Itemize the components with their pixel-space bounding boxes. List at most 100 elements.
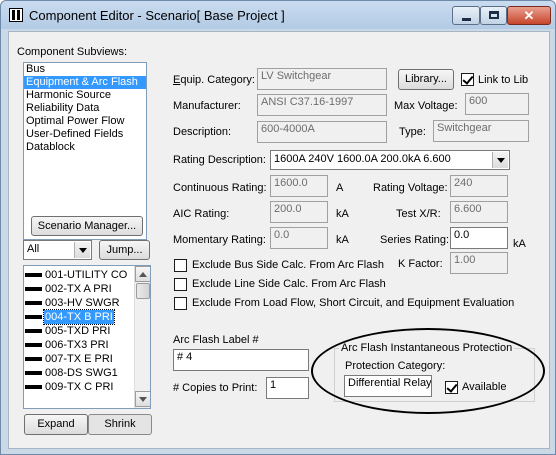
test-xr-field[interactable]: 6.600 — [450, 201, 508, 223]
device-list-item[interactable]: 007-TX E PRI — [24, 352, 134, 366]
bus-symbol-icon — [25, 357, 42, 362]
exclude-line-side-checkbox[interactable] — [174, 278, 187, 291]
scroll-thumb[interactable] — [136, 283, 150, 299]
subview-item[interactable]: Bus — [24, 63, 146, 76]
continuous-rating-unit: A — [336, 182, 344, 194]
device-label: 003-HV SWGR — [45, 297, 120, 309]
device-label: 005-TXD PRI — [45, 325, 111, 337]
bus-symbol-icon — [25, 315, 42, 320]
continuous-rating-field[interactable]: 1600.0 — [270, 175, 328, 197]
component-editor-window: Component Editor - Scenario[ Base Projec… — [0, 0, 556, 455]
aic-rating-field[interactable]: 200.0 — [270, 201, 328, 223]
bus-symbol-icon — [25, 343, 42, 348]
exclude-load-flow-checkbox[interactable] — [174, 297, 187, 310]
rating-voltage-field[interactable]: 240 — [450, 175, 508, 197]
highlight-ellipse — [311, 328, 545, 414]
series-rating-label: Series Rating: — [380, 234, 450, 246]
filter-value: All — [27, 243, 40, 255]
k-factor-label: K Factor: — [398, 258, 443, 270]
exclude-line-side-label: Exclude Line Side Calc. From Arc Flash — [192, 278, 386, 290]
link-to-lib-checkbox[interactable] — [461, 73, 474, 86]
subview-item[interactable]: User-Defined Fields — [24, 128, 146, 141]
momentary-rating-label: Momentary Rating: — [173, 234, 266, 246]
device-label: 009-TX C PRI — [45, 381, 114, 393]
device-label: 002-TX A PRI — [45, 283, 112, 295]
expand-button[interactable]: Expand — [24, 414, 88, 435]
bus-symbol-icon — [25, 371, 42, 376]
device-list-item[interactable]: 001-UTILITY CO — [24, 268, 134, 282]
device-list-item[interactable]: 006-TX3 PRI — [24, 338, 134, 352]
close-button[interactable]: ✕ — [507, 6, 551, 25]
rating-description-value: 1600A 240V 1600.0A 200.0kA 6.600 — [274, 153, 451, 165]
jump-button[interactable]: Jump... — [99, 240, 150, 260]
device-list-item[interactable]: 003-HV SWGR — [24, 296, 134, 310]
subview-item[interactable]: Datablock — [24, 141, 146, 154]
device-list-item[interactable]: 004-TX B PRI — [24, 309, 134, 325]
arc-flash-label-field[interactable]: # 4 — [173, 349, 309, 371]
filter-select[interactable]: All — [23, 240, 92, 260]
scroll-up-button[interactable] — [135, 266, 150, 282]
exclude-bus-side-label: Exclude Bus Side Calc. From Arc Flash — [192, 259, 384, 271]
device-list-item[interactable]: 008-DS SWG1 — [24, 366, 134, 380]
series-rating-unit: kA — [513, 238, 526, 250]
device-label: 001-UTILITY CO — [45, 269, 128, 281]
device-list-item[interactable]: 009-TX C PRI — [24, 380, 134, 394]
series-rating-field[interactable]: 0.0 — [450, 227, 508, 249]
device-label: 007-TX E PRI — [45, 353, 113, 365]
device-label: 006-TX3 PRI — [45, 339, 109, 351]
continuous-rating-label: Continuous Rating: — [173, 182, 267, 194]
link-to-lib-label: Link to Lib — [478, 74, 529, 86]
title-bar[interactable]: Component Editor - Scenario[ Base Projec… — [1, 1, 555, 29]
description-field[interactable]: 600-4000A — [257, 121, 387, 143]
max-voltage-field[interactable]: 600 — [465, 93, 529, 115]
device-label: 004-TX B PRI — [43, 309, 115, 325]
device-list-scrollbar[interactable] — [134, 266, 150, 408]
bus-symbol-icon — [25, 301, 42, 306]
client-area: Component Subviews: Bus Equipment & Arc F… — [8, 31, 550, 449]
arc-flash-label-label: Arc Flash Label # — [173, 334, 259, 346]
manufacturer-field[interactable]: ANSI C37.16-1997 — [257, 94, 387, 116]
exclude-bus-side-checkbox[interactable] — [174, 259, 187, 272]
equip-category-field[interactable]: LV Switchgear — [257, 68, 387, 90]
scroll-down-button[interactable] — [135, 391, 150, 407]
maximize-button[interactable] — [480, 6, 507, 25]
window-title: Component Editor - Scenario[ Base Projec… — [29, 8, 285, 23]
bus-symbol-icon — [25, 329, 42, 334]
rating-voltage-label: Rating Voltage: — [373, 182, 448, 194]
exclude-load-flow-label: Exclude From Load Flow, Short Circuit, a… — [192, 297, 515, 309]
subview-item[interactable]: Equipment & Arc Flash — [24, 76, 146, 89]
subviews-list[interactable]: Bus Equipment & Arc Flash Harmonic Source R… — [23, 62, 147, 240]
minimize-button[interactable] — [452, 6, 480, 25]
manufacturer-label: Manufacturer: — [173, 100, 241, 112]
device-list[interactable]: 001-UTILITY CO 002-TX A PRI 003-HV SWGR 004… — [23, 265, 151, 409]
max-voltage-label: Max Voltage: — [394, 100, 458, 112]
bus-symbol-icon — [25, 273, 42, 278]
device-list-item[interactable]: 002-TX A PRI — [24, 282, 134, 296]
rating-description-label: Rating Description: — [173, 154, 266, 166]
description-label: Description: — [173, 126, 232, 138]
chevron-down-icon[interactable] — [74, 242, 90, 258]
bus-symbol-icon — [25, 287, 42, 292]
subview-item[interactable]: Reliability Data — [24, 102, 146, 115]
momentary-rating-field[interactable]: 0.0 — [270, 227, 328, 249]
chevron-down-icon[interactable] — [492, 152, 508, 168]
aic-rating-label: AIC Rating: — [173, 208, 230, 220]
shrink-button[interactable]: Shrink — [88, 414, 152, 435]
minimize-icon — [462, 18, 471, 21]
k-factor-field[interactable]: 1.00 — [450, 252, 508, 274]
subview-item[interactable]: Optimal Power Flow — [24, 115, 146, 128]
library-button[interactable]: Library... — [398, 69, 454, 90]
device-list-item[interactable]: 005-TXD PRI — [24, 324, 134, 338]
device-label: 008-DS SWG1 — [45, 367, 118, 379]
type-field[interactable]: Switchgear — [433, 120, 529, 142]
equip-category-label-text: quip. Category: — [180, 74, 255, 86]
maximize-icon — [489, 11, 499, 19]
copies-field[interactable]: 1 — [266, 377, 309, 399]
bus-symbol-icon — [25, 385, 42, 390]
aic-rating-unit: kA — [336, 208, 349, 220]
scenario-manager-button[interactable]: Scenario Manager... — [31, 216, 143, 236]
subview-item[interactable]: Harmonic Source — [24, 89, 146, 102]
momentary-rating-unit: kA — [336, 234, 349, 246]
rating-description-select[interactable]: 1600A 240V 1600.0A 200.0kA 6.600 — [270, 150, 510, 170]
equip-category-label: Equip. Category: — [173, 74, 255, 86]
